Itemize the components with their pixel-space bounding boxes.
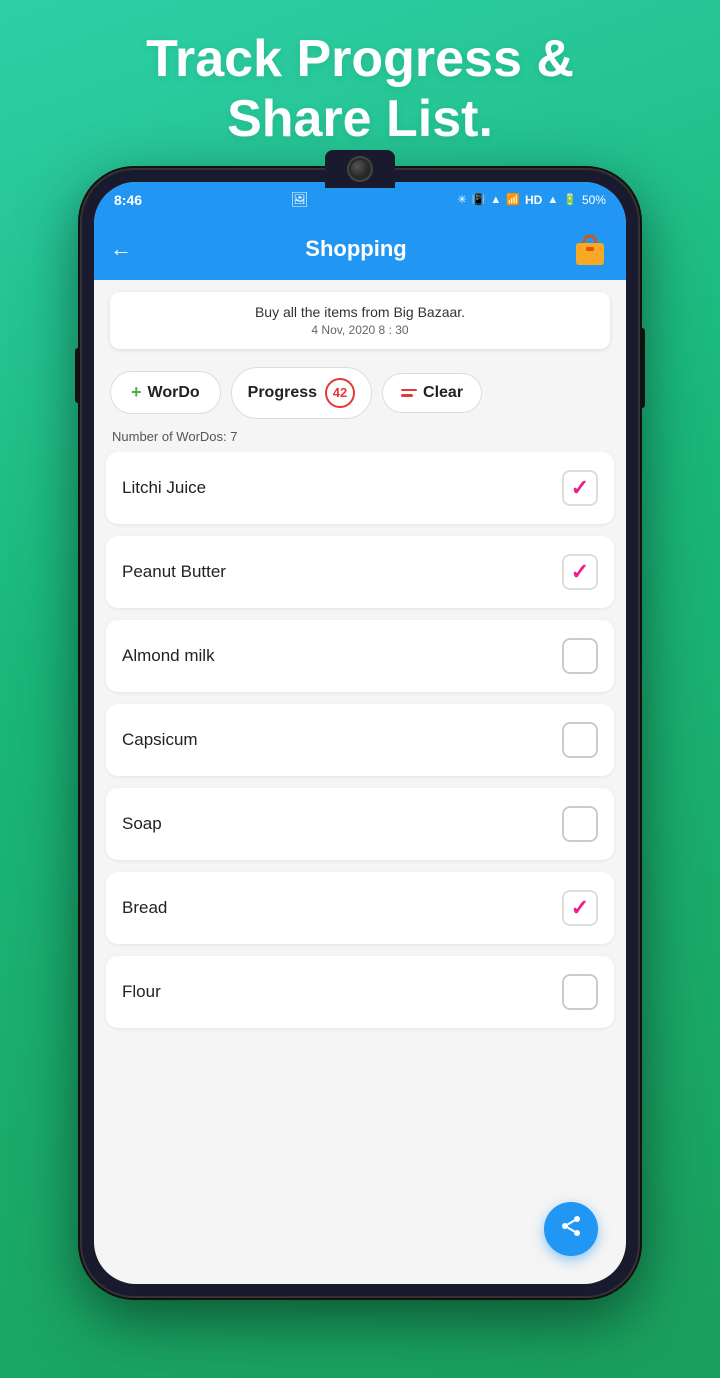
description-card: Buy all the items from Big Bazaar. 4 Nov… <box>110 292 610 349</box>
checkmark-icon: ✓ <box>571 477 589 499</box>
item-name: Capsicum <box>122 730 198 750</box>
headline-line1: Track Progress & <box>146 30 574 88</box>
plus-icon: + <box>131 382 142 403</box>
item-name: Almond milk <box>122 646 215 666</box>
share-icon <box>559 1214 583 1244</box>
back-icon: ← <box>110 236 132 261</box>
description-text: Buy all the items from Big Bazaar. <box>126 304 594 320</box>
hd-label: HD <box>525 193 542 207</box>
item-checkbox[interactable] <box>562 638 598 674</box>
progress-badge: 42 <box>325 378 355 408</box>
network-icon: ▲ <box>547 194 558 206</box>
item-name: Bread <box>122 898 167 918</box>
camera-notch <box>325 150 395 188</box>
item-checkbox[interactable]: ✓ <box>562 470 598 506</box>
vibrate-icon: 📳 <box>472 193 486 206</box>
progress-count: 42 <box>333 385 347 400</box>
item-checkbox[interactable]: ✓ <box>562 554 598 590</box>
bluetooth-icon: ✳ <box>458 193 467 206</box>
list-item: Flour <box>106 956 614 1028</box>
battery-icon: 🔋 <box>563 193 577 206</box>
item-name: Soap <box>122 814 162 834</box>
headline: Track Progress & Share List. <box>106 30 614 150</box>
item-checkbox[interactable] <box>562 974 598 1010</box>
phone-screen: 8:46 🖼 ✳ 📳 ▲ 📶 HD ▲ 🔋 50% ← Shopping <box>94 182 626 1284</box>
power-button <box>640 328 645 408</box>
status-photo-icon: 🖼 <box>291 191 309 208</box>
item-checkbox[interactable] <box>562 806 598 842</box>
list-item: Almond milk <box>106 620 614 692</box>
list-item: Litchi Juice ✓ <box>106 452 614 524</box>
counter-label: Number of WorDos: 7 <box>94 429 626 452</box>
progress-button[interactable]: Progress 42 <box>231 367 372 419</box>
share-fab[interactable] <box>544 1202 598 1256</box>
items-list: Litchi Juice ✓ Peanut Butter ✓ Almond milk Ca… <box>94 452 626 1284</box>
checkmark-icon: ✓ <box>571 897 589 919</box>
clear-line-1 <box>401 389 417 392</box>
bag-svg <box>570 229 610 269</box>
wifi-icon: 📶 <box>506 193 520 206</box>
wordo-button[interactable]: + WorDo <box>110 371 221 414</box>
back-button[interactable]: ← <box>110 236 132 262</box>
clear-button[interactable]: Clear <box>382 373 482 413</box>
wordo-label: WorDo <box>148 384 200 402</box>
list-item: Bread ✓ <box>106 872 614 944</box>
item-name: Peanut Butter <box>122 562 226 582</box>
clear-label: Clear <box>423 384 463 402</box>
progress-label: Progress <box>248 384 317 402</box>
list-item: Soap <box>106 788 614 860</box>
item-checkbox[interactable] <box>562 722 598 758</box>
shopping-bag-icon[interactable] <box>570 229 610 269</box>
status-icons: ✳ 📳 ▲ 📶 HD ▲ 🔋 50% <box>458 193 606 207</box>
item-checkbox[interactable]: ✓ <box>562 890 598 926</box>
volume-button <box>75 348 80 403</box>
clear-line-2 <box>401 394 413 397</box>
clear-icon <box>401 389 417 397</box>
list-item: Peanut Butter ✓ <box>106 536 614 608</box>
camera-lens <box>349 158 371 180</box>
action-row: + WorDo Progress 42 Clear <box>94 357 626 429</box>
list-item: Capsicum <box>106 704 614 776</box>
headline-line2: Share List. <box>227 90 493 148</box>
status-time: 8:46 <box>114 192 142 208</box>
app-title: Shopping <box>142 236 570 262</box>
item-name: Litchi Juice <box>122 478 206 498</box>
battery-percent: 50% <box>582 193 606 207</box>
signal-icon: ▲ <box>490 194 501 206</box>
checkmark-icon: ✓ <box>571 561 589 583</box>
item-name: Flour <box>122 982 161 1002</box>
app-bar: ← Shopping <box>94 218 626 280</box>
description-date: 4 Nov, 2020 8 : 30 <box>126 323 594 337</box>
phone-frame: 8:46 🖼 ✳ 📳 ▲ 📶 HD ▲ 🔋 50% ← Shopping <box>80 168 640 1298</box>
